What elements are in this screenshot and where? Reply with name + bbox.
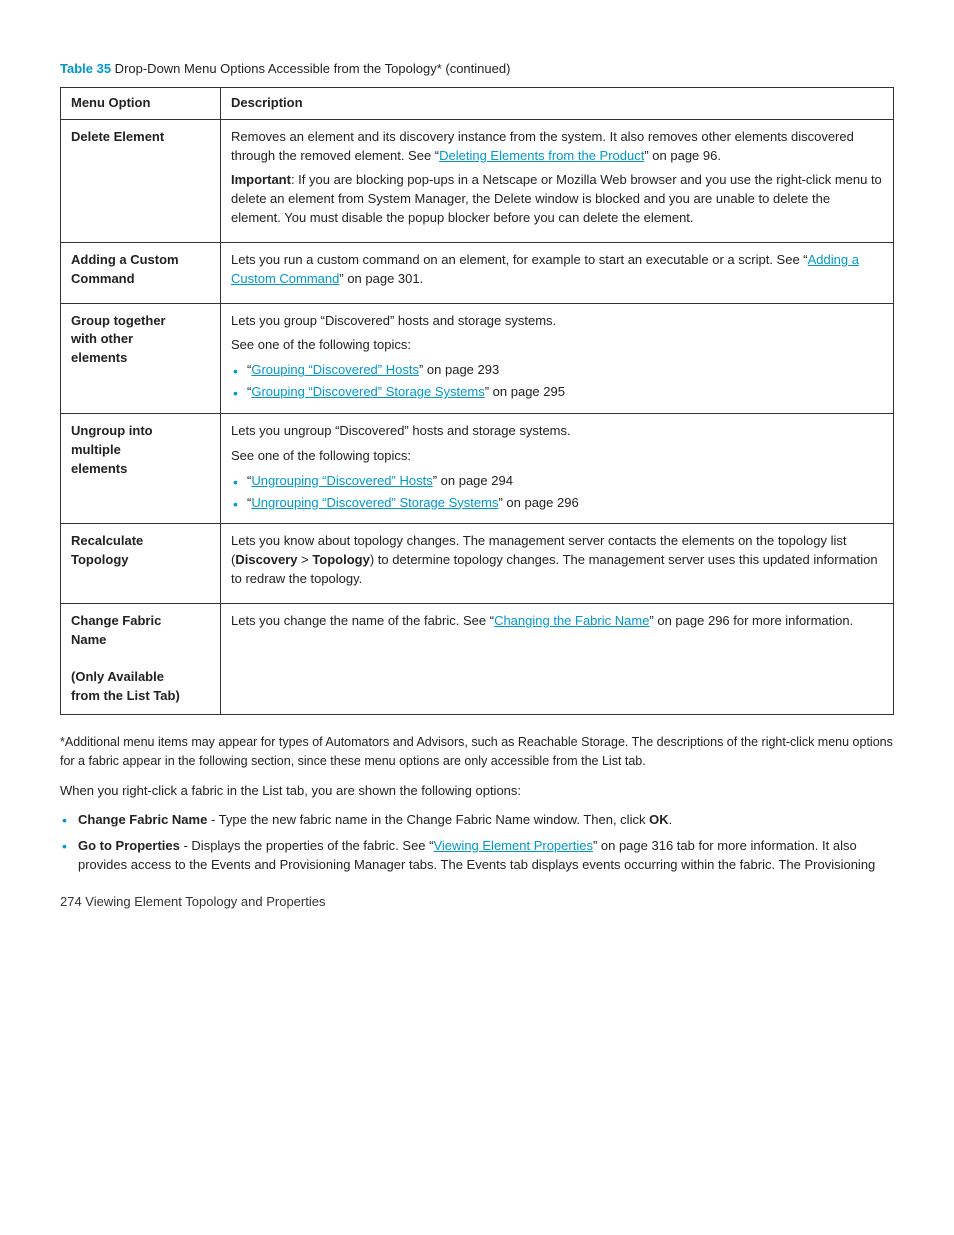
bullets-group: “Grouping “Discovered” Hosts” on page 29… [231, 361, 883, 402]
table-caption-text: Drop-Down Menu Options Accessible from t… [111, 61, 510, 76]
desc-text: Lets you group “Discovered” hosts and st… [231, 312, 883, 331]
table-row: Ungroup intomultipleelements Lets you un… [61, 413, 894, 523]
description-custom-command: Lets you run a custom command on an elem… [221, 242, 894, 303]
col-header-menu-option: Menu Option [61, 87, 221, 119]
desc-see-topics: See one of the following topics: [231, 447, 883, 466]
desc-text: Lets you change the name of the fabric. … [231, 612, 883, 631]
bullets-list: Change Fabric Name - Type the new fabric… [60, 810, 894, 875]
description-change-fabric: Lets you change the name of the fabric. … [221, 603, 894, 714]
menu-option-delete-element: Delete Element [61, 119, 221, 242]
table-caption: Table 35 Drop-Down Menu Options Accessib… [60, 60, 894, 79]
description-delete-element: Removes an element and its discovery ins… [221, 119, 894, 242]
description-group-together: Lets you group “Discovered” hosts and st… [221, 303, 894, 413]
menu-option-change-fabric: Change FabricName(Only Availablefrom the… [61, 603, 221, 714]
menu-option-ungroup: Ungroup intomultipleelements [61, 413, 221, 523]
desc-see-topics: See one of the following topics: [231, 336, 883, 355]
table-row: Group togetherwith otherelements Lets yo… [61, 303, 894, 413]
bullet-bold-go-to-properties: Go to Properties [78, 838, 180, 853]
desc-text: Lets you ungroup “Discovered” hosts and … [231, 422, 883, 441]
menu-option-group-together: Group togetherwith otherelements [61, 303, 221, 413]
table-row: Delete Element Removes an element and it… [61, 119, 894, 242]
link-ungrouping-hosts[interactable]: Ungrouping “Discovered” Hosts [251, 473, 432, 488]
bullets-section: Change Fabric Name - Type the new fabric… [60, 810, 894, 875]
body-text-intro: When you right-click a fabric in the Lis… [60, 781, 894, 801]
table-row: Adding a CustomCommand Lets you run a cu… [61, 242, 894, 303]
bullet-bold-ok: OK [649, 812, 669, 827]
list-item: “Grouping “Discovered” Hosts” on page 29… [231, 361, 883, 380]
description-recalculate: Lets you know about topology changes. Th… [221, 524, 894, 604]
main-table: Menu Option Description Delete Element R… [60, 87, 894, 715]
link-ungrouping-storage[interactable]: Ungrouping “Discovered” Storage Systems [251, 495, 498, 510]
desc-text: Lets you run a custom command on an elem… [231, 251, 883, 289]
table-row: RecalculateTopology Lets you know about … [61, 524, 894, 604]
desc-text: Lets you know about topology changes. Th… [231, 532, 883, 589]
col-header-description: Description [221, 87, 894, 119]
list-item-go-to-properties: Go to Properties - Displays the properti… [60, 836, 894, 875]
link-viewing-element-properties[interactable]: Viewing Element Properties [433, 838, 592, 853]
list-item: “Grouping “Discovered” Storage Systems” … [231, 383, 883, 402]
bullets-ungroup: “Ungrouping “Discovered” Hosts” on page … [231, 472, 883, 513]
link-deleting-elements[interactable]: Deleting Elements from the Product [439, 148, 644, 163]
link-grouping-storage[interactable]: Grouping “Discovered” Storage Systems [251, 384, 484, 399]
menu-option-custom-command: Adding a CustomCommand [61, 242, 221, 303]
list-item: “Ungrouping “Discovered” Storage Systems… [231, 494, 883, 513]
link-changing-fabric-name[interactable]: Changing the Fabric Name [494, 613, 649, 628]
page-footer: 274 Viewing Element Topology and Propert… [60, 893, 894, 912]
table-label: Table 35 [60, 61, 111, 76]
desc-important: Important: If you are blocking pop-ups i… [231, 171, 883, 228]
bullet-bold-change-fabric: Change Fabric Name [78, 812, 207, 827]
description-ungroup: Lets you ungroup “Discovered” hosts and … [221, 413, 894, 523]
list-item: “Ungrouping “Discovered” Hosts” on page … [231, 472, 883, 491]
desc-text: Removes an element and its discovery ins… [231, 128, 883, 166]
menu-option-recalculate: RecalculateTopology [61, 524, 221, 604]
table-row: Change FabricName(Only Availablefrom the… [61, 603, 894, 714]
list-item-change-fabric: Change Fabric Name - Type the new fabric… [60, 810, 894, 830]
footnote: *Additional menu items may appear for ty… [60, 733, 894, 771]
link-adding-custom-command[interactable]: Adding a Custom Command [231, 252, 859, 286]
link-grouping-hosts[interactable]: Grouping “Discovered” Hosts [251, 362, 419, 377]
